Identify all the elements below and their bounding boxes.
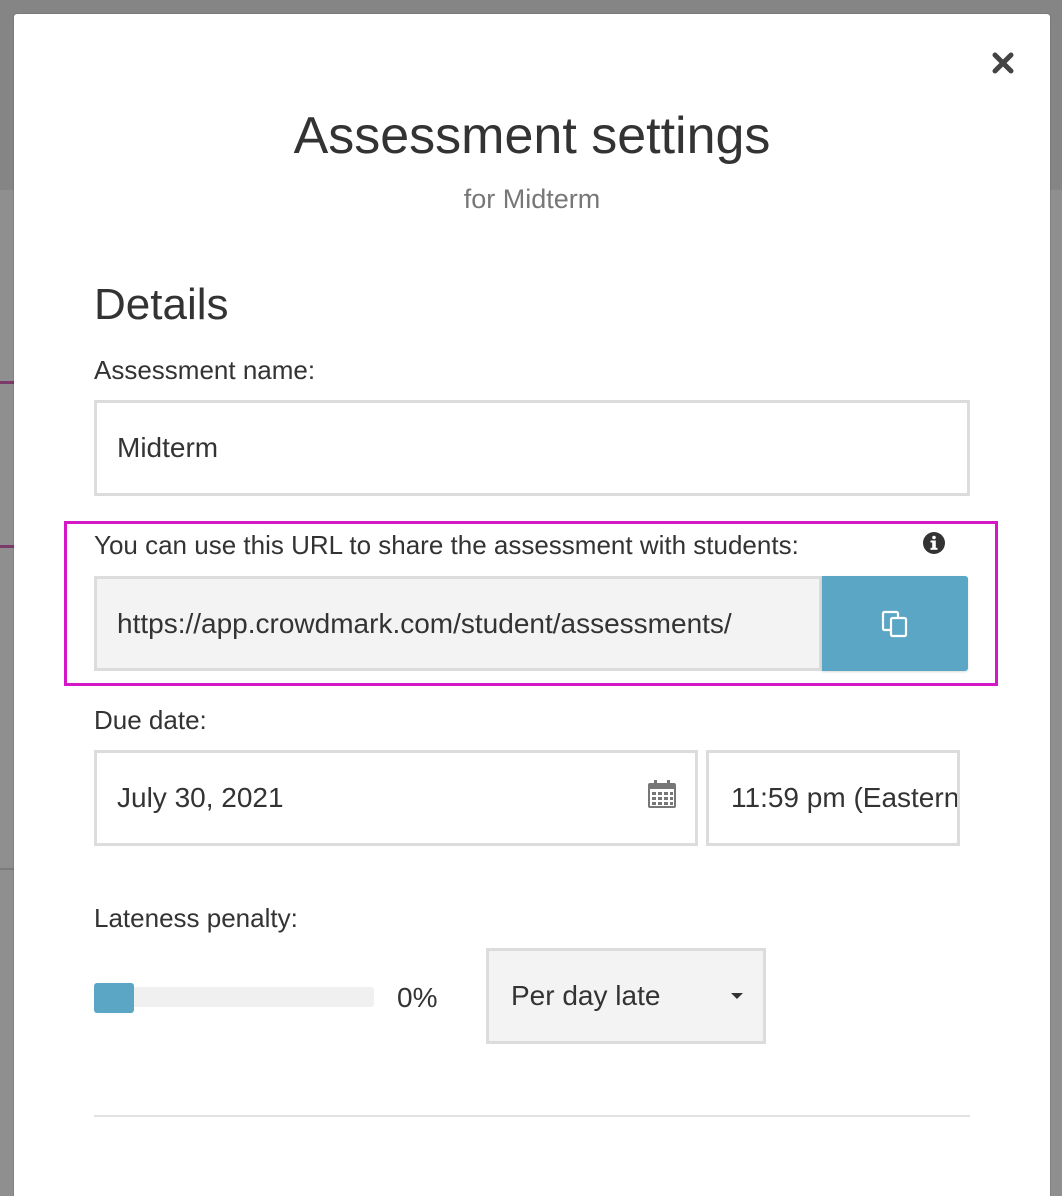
close-button[interactable] bbox=[988, 48, 1018, 78]
copy-icon bbox=[881, 610, 908, 637]
backdrop-accent-line bbox=[0, 545, 14, 548]
lateness-penalty-slider-handle[interactable] bbox=[94, 983, 134, 1013]
backdrop-separator bbox=[0, 868, 14, 870]
due-time-input[interactable]: 11:59 pm (Eastern bbox=[706, 750, 960, 846]
due-date-label: Due date: bbox=[94, 705, 207, 735]
lateness-penalty-label: Lateness penalty: bbox=[94, 903, 298, 933]
calendar-icon[interactable] bbox=[647, 779, 677, 809]
share-url-label: You can use this URL to share the assess… bbox=[94, 530, 799, 560]
lateness-penalty-slider-track[interactable] bbox=[94, 987, 374, 1007]
assessment-name-input[interactable]: Midterm bbox=[94, 400, 970, 496]
due-date-value: July 30, 2021 bbox=[117, 782, 284, 813]
section-divider bbox=[94, 1115, 970, 1117]
assessment-name-label: Assessment name: bbox=[94, 355, 316, 385]
penalty-mode-select[interactable]: Per day late bbox=[486, 948, 766, 1044]
close-icon bbox=[992, 52, 1014, 74]
modal-title: Assessment settings bbox=[293, 107, 771, 165]
share-url-field[interactable]: https://app.crowdmark.com/student/assess… bbox=[94, 576, 822, 671]
copy-url-button[interactable] bbox=[822, 576, 968, 671]
info-icon[interactable] bbox=[922, 531, 946, 555]
modal-subtitle: for Midterm bbox=[463, 184, 601, 214]
penalty-mode-value: Per day late bbox=[511, 980, 661, 1011]
details-heading: Details bbox=[94, 280, 229, 329]
backdrop-accent-line bbox=[0, 381, 14, 384]
assessment-settings-modal: Assessment settings for Midterm Details … bbox=[14, 14, 1050, 1196]
due-date-input[interactable]: July 30, 2021 bbox=[94, 750, 698, 846]
lateness-penalty-value: 0% bbox=[397, 982, 438, 1013]
caret-down-icon bbox=[731, 993, 743, 999]
